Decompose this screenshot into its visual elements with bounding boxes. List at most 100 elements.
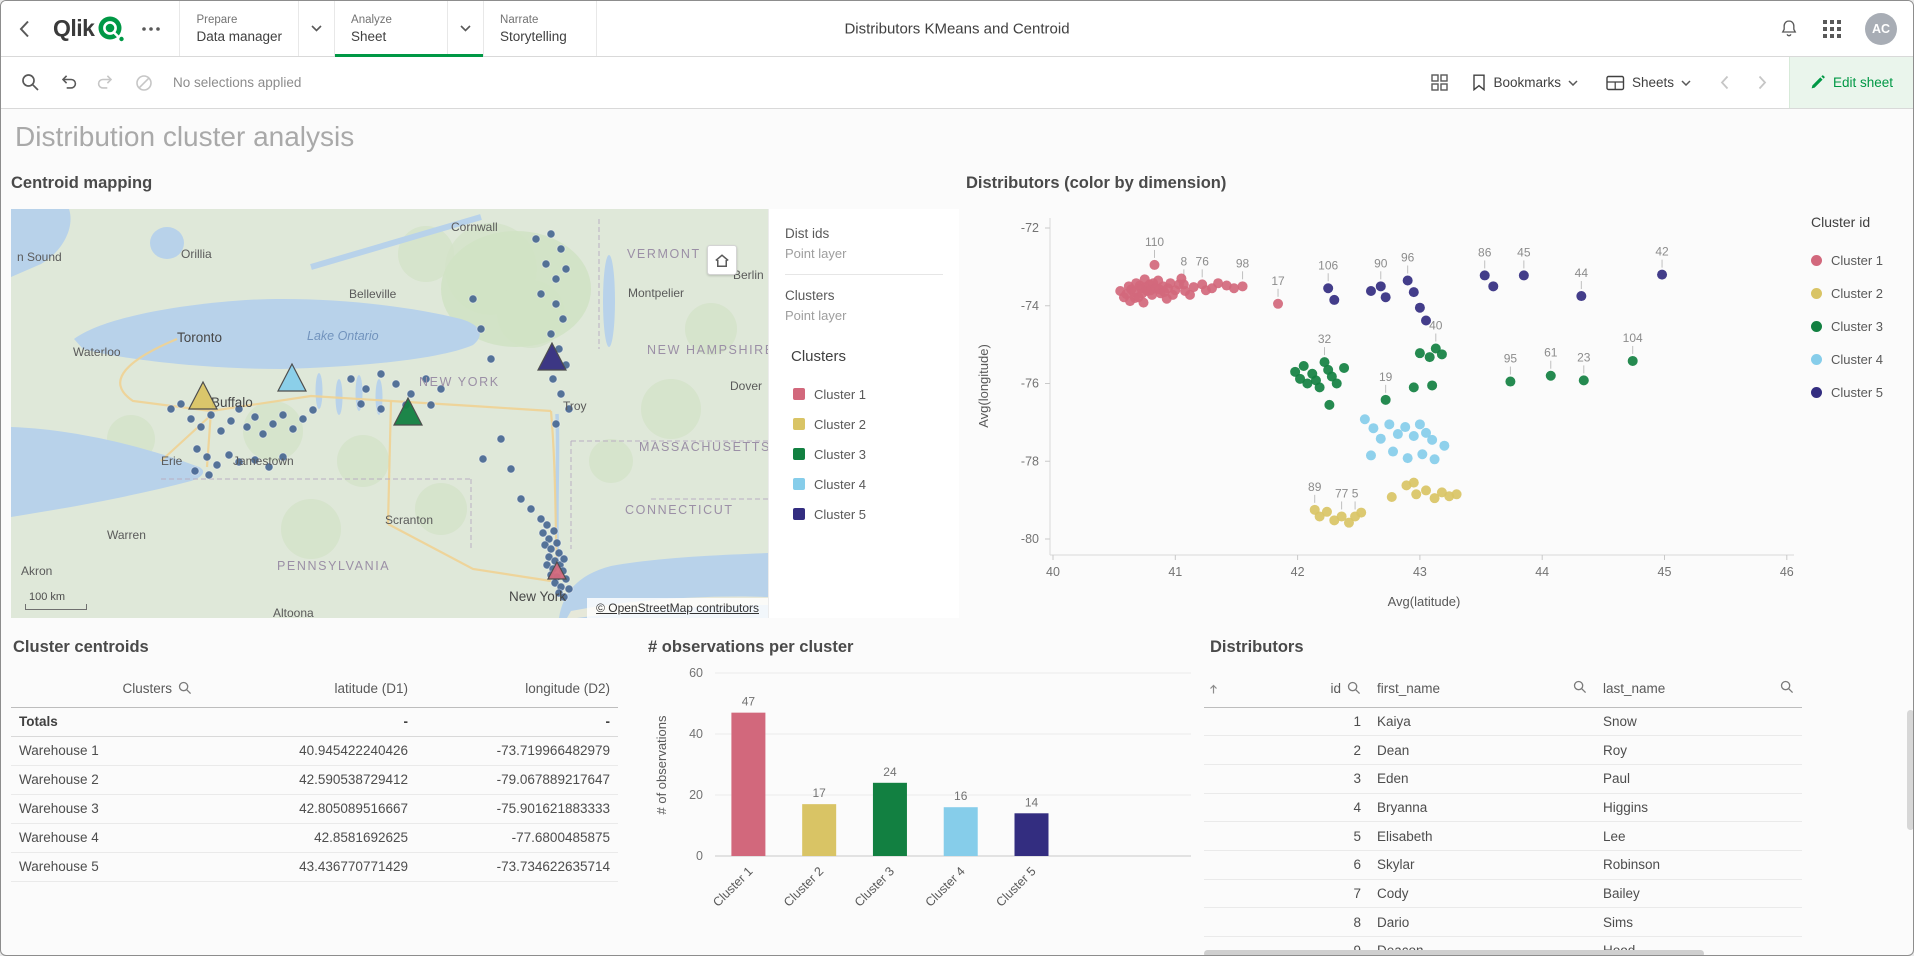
field-cell[interactable]: Cody [1369,879,1595,908]
nav-analyze[interactable]: Analyze Sheet [334,1,483,56]
scatter-point[interactable] [1415,348,1425,358]
field-cell[interactable]: Higgins [1595,793,1802,822]
map-point[interactable] [191,467,199,475]
table-row[interactable]: Warehouse 140.945422240426-73.7199664829… [11,736,618,765]
field-cell[interactable]: Dean [1369,736,1595,765]
scatter-point[interactable] [1322,507,1332,517]
map-point[interactable] [213,461,221,469]
scatter-point[interactable] [1381,292,1391,302]
table-row[interactable]: 7CodyBailey [1204,879,1802,908]
centroid-map[interactable]: n SoundOrilliaCornwallVERMONTBerlinMontp… [11,209,768,618]
scatter-point[interactable] [1421,485,1431,495]
field-cell[interactable]: Kaiya [1369,707,1595,736]
scatter-point[interactable] [1628,356,1638,366]
map-point[interactable] [550,527,558,535]
vertical-scrollbar[interactable] [1907,710,1914,830]
app-switcher-button[interactable] [1823,20,1841,38]
map-point[interactable] [259,430,267,438]
map-point[interactable] [497,435,505,443]
legend-item[interactable]: Cluster 1 [1811,244,1883,277]
scatter-point[interactable] [1403,453,1413,463]
scatter-point[interactable] [1381,395,1391,405]
map-canvas[interactable]: n SoundOrilliaCornwallVERMONTBerlinMontp… [11,209,768,618]
map-point[interactable] [469,295,477,303]
column-header-latitude[interactable]: latitude (D1) [200,670,416,707]
field-cell[interactable]: Eden [1369,764,1595,793]
map-point[interactable] [225,451,233,459]
table-row[interactable]: 5ElisabethLee [1204,822,1802,851]
map-point[interactable] [549,375,557,383]
table-row[interactable]: 6SkylarRobinson [1204,850,1802,879]
scatter-point[interactable] [1384,419,1394,429]
scatter-point[interactable] [1409,287,1419,297]
bar-chart[interactable]: 0204060# of observations47Cluster 117Clu… [636,638,1204,956]
map-point[interactable] [487,355,495,363]
scatter-point[interactable] [1387,492,1397,502]
map-point[interactable] [227,417,235,425]
scatter-point[interactable] [1329,295,1339,305]
map-point[interactable] [532,235,540,243]
scatter-point[interactable] [1437,349,1447,359]
field-cell[interactable]: 7 [1204,879,1369,908]
field-cell[interactable]: 3 [1204,764,1369,793]
legend-item[interactable]: Cluster 2 [1811,277,1883,310]
map-point[interactable] [557,390,565,398]
bar[interactable] [873,783,907,856]
qlik-logo[interactable]: Qlik [47,1,131,56]
map-point[interactable] [539,529,547,537]
scatter-point[interactable] [1356,508,1366,518]
scatter-point[interactable] [1388,447,1398,457]
field-cell[interactable]: Elisabeth [1369,822,1595,851]
scatter-point[interactable] [1421,316,1431,326]
scatter-point[interactable] [1657,270,1667,280]
chevron-down-icon[interactable] [447,1,483,56]
scatter-point[interactable] [1329,515,1339,525]
legend-item[interactable]: Cluster 3 [785,439,959,469]
scatter-point[interactable] [1229,283,1239,293]
map-point[interactable] [547,545,555,553]
map-point[interactable] [187,415,195,423]
table-row[interactable]: 1KaiyaSnow [1204,707,1802,736]
legend-item[interactable]: Cluster 3 [1811,310,1883,343]
scatter-point[interactable] [1430,454,1440,464]
table-row[interactable]: 8DarioSims [1204,908,1802,937]
scatter-point[interactable] [1376,434,1386,444]
scatter-point[interactable] [1139,298,1149,308]
edit-sheet-button[interactable]: Edit sheet [1789,57,1913,108]
map-point[interactable] [347,375,355,383]
scatter-point[interactable] [1393,429,1403,439]
map-point[interactable] [547,230,555,238]
distributors-table[interactable]: idfirst_namelast_name1KaiyaSnow2DeanRoy3… [1204,670,1914,956]
scatter-point[interactable] [1576,291,1586,301]
map-point[interactable] [289,425,297,433]
column-header-first_name[interactable]: first_name [1369,670,1595,707]
legend-item[interactable]: Cluster 1 [785,379,959,409]
map-point[interactable] [565,585,573,593]
more-menu-button[interactable] [131,1,171,56]
field-cell[interactable]: Snow [1595,707,1802,736]
scatter-point[interactable] [1579,375,1589,385]
scatter-point[interactable] [1238,281,1248,291]
map-point[interactable] [207,411,215,419]
search-icon[interactable] [1780,680,1794,694]
step-back-button[interactable] [49,64,87,102]
table-row[interactable]: Warehouse 543.436770771429-73.7346226357… [11,852,618,881]
dimension-cell[interactable]: Warehouse 1 [11,736,200,765]
bar[interactable] [731,713,765,856]
map-point[interactable] [517,495,525,503]
scatter-point[interactable] [1415,303,1425,313]
column-header-longitude[interactable]: longitude (D2) [416,670,618,707]
bookmarks-button[interactable]: Bookmarks [1458,57,1592,108]
scatter-chart[interactable]: 40414243444546-72-74-76-78-80Avg(latitud… [966,174,1914,623]
table-row[interactable]: 4BryannaHiggins [1204,793,1802,822]
scatter-point[interactable] [1273,299,1283,309]
dimension-cell[interactable]: Warehouse 2 [11,765,200,794]
scatter-canvas[interactable]: 40414243444546-72-74-76-78-80Avg(latitud… [966,174,1806,623]
map-point[interactable] [299,415,307,423]
field-cell[interactable]: Sims [1595,908,1802,937]
field-cell[interactable]: Bailey [1595,879,1802,908]
field-cell[interactable]: 2 [1204,736,1369,765]
map-layer-clusters[interactable]: Clusters Point layer [785,285,959,326]
table-row[interactable]: 2DeanRoy [1204,736,1802,765]
map-attribution-link[interactable]: © OpenStreetMap contributors [587,598,768,618]
